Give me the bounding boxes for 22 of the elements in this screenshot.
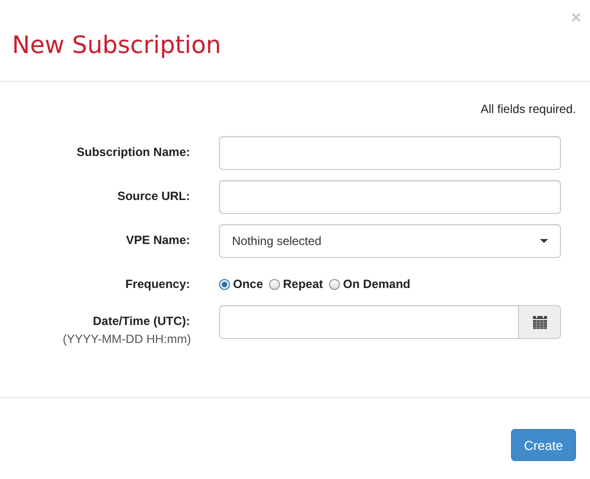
text-field[interactable] <box>219 180 561 214</box>
format-hint: (YYYY-MM-DD HH:mm) <box>62 332 191 346</box>
radio-button[interactable] <box>329 278 340 290</box>
field-label: Subscription Name: <box>76 145 190 159</box>
field-label: Date/Time (UTC): <box>92 314 190 328</box>
calendar-icon <box>532 316 546 328</box>
radio-button[interactable] <box>269 278 280 290</box>
required-note: All fields required. <box>480 102 576 116</box>
field-label: Source URL: <box>117 189 190 203</box>
text-field[interactable] <box>219 136 561 170</box>
dropdown[interactable]: Nothing selected <box>219 224 561 258</box>
caret-icon <box>540 239 548 243</box>
date-field[interactable] <box>219 305 519 339</box>
dialog-title: New Subscription <box>12 30 222 58</box>
calendar-button[interactable] <box>519 305 561 339</box>
radio-button[interactable] <box>219 278 230 290</box>
field-label: VPE Name: <box>126 233 190 247</box>
field-label: Frequency: <box>125 277 190 291</box>
radio-label: Repeat <box>283 277 324 291</box>
radio-label: On Demand <box>343 277 410 291</box>
create-button[interactable]: Create <box>510 429 576 461</box>
radio-label: Once <box>233 277 264 291</box>
